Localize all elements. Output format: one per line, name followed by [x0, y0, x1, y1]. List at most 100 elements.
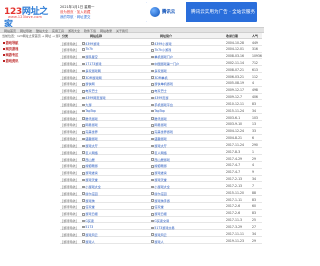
row-site-name[interactable]: 游戏风云: [82, 232, 98, 237]
row-category[interactable]: [游戏导航]: [62, 116, 77, 121]
row-site-name[interactable]: G买卖: [82, 218, 94, 223]
row-site-name[interactable]: 游民星空: [82, 54, 98, 59]
row-site-desc[interactable]: 任玩堂: [151, 204, 164, 209]
row-site-name[interactable]: 小游戏大全: [82, 184, 101, 189]
row-site-desc[interactable]: 手机游戏平台: [151, 102, 173, 107]
row-category[interactable]: [游戏导航]: [62, 109, 77, 114]
row-site-name[interactable]: 盛趣游戏: [82, 136, 98, 141]
row-site-name[interactable]: 任玩堂: [82, 204, 95, 209]
row-site-name[interactable]: 游侠网: [82, 81, 95, 86]
row-site-name[interactable]: 3DM游戏网: [82, 75, 102, 80]
row-category[interactable]: [游戏导航]: [62, 184, 77, 189]
row-site-name[interactable]: 游戏人: [82, 239, 95, 244]
row-site-name[interactable]: 游戏狗: [82, 198, 95, 203]
row-category[interactable]: [游戏导航]: [62, 157, 77, 162]
row-hits: 83: [252, 101, 256, 106]
row-site-desc[interactable]: 网易游戏: [151, 122, 167, 127]
site-logo[interactable]: 123网址之家 www.123love.com: [2, 2, 50, 30]
row-site-desc[interactable]: 盛趣游戏: [151, 136, 167, 141]
row-category[interactable]: [游戏导航]: [62, 211, 77, 216]
row-site-desc[interactable]: 游戏日报: [151, 211, 167, 216]
row-site-desc[interactable]: 小游戏大全: [151, 184, 170, 189]
row-category[interactable]: [游戏导航]: [62, 54, 77, 59]
row-category[interactable]: [游戏导航]: [62, 75, 77, 80]
row-category[interactable]: [游戏导航]: [62, 225, 77, 230]
row-category[interactable]: [游戏导航]: [62, 170, 77, 175]
row-site-name[interactable]: 九游: [82, 102, 92, 107]
row-site-name[interactable]: 7k7k: [82, 47, 93, 51]
row-site-desc[interactable]: 西山居游戏: [151, 157, 170, 162]
row-site-desc[interactable]: 3DM单机: [151, 75, 168, 80]
row-category[interactable]: [游戏导航]: [62, 218, 77, 223]
row-category[interactable]: [游戏导航]: [62, 47, 77, 52]
cloud-icon: [150, 7, 160, 17]
row-site-desc[interactable]: 巨人网络: [151, 150, 167, 155]
row-site-desc[interactable]: G买卖交易: [151, 218, 169, 223]
row-site-desc[interactable]: 5173游戏交易: [151, 225, 175, 230]
sidebar-item-game-news[interactable]: 游戏资讯: [0, 58, 58, 64]
row-category[interactable]: [游戏导航]: [62, 129, 77, 134]
row-category[interactable]: [游戏导航]: [62, 239, 77, 244]
row-site-name[interactable]: 巨人网络: [82, 150, 98, 155]
row-category[interactable]: [游戏导航]: [62, 61, 77, 66]
row-category[interactable]: [游戏导航]: [62, 232, 77, 237]
my-nav-link[interactable]: 我的导航 · 网址提交: [60, 14, 90, 19]
row-category[interactable]: [游戏导航]: [62, 191, 77, 196]
row-site-desc[interactable]: 游戏狗手游: [151, 198, 170, 203]
row-category[interactable]: [游戏导航]: [62, 177, 77, 182]
row-site-name[interactable]: 4399网页游戏: [82, 95, 106, 100]
row-site-name[interactable]: 游戏天堂: [82, 177, 98, 182]
nav-item[interactable]: 酷站大全: [36, 29, 48, 33]
row-site-name[interactable]: 多玩游戏网: [82, 68, 101, 73]
nav-item[interactable]: 网站首页: [4, 29, 16, 33]
row-category[interactable]: [游戏导航]: [62, 81, 77, 86]
row-site-desc[interactable]: 游戏风云: [151, 232, 167, 237]
row-site-name[interactable]: TapTap: [82, 109, 96, 113]
row-site-name[interactable]: 17173游戏: [82, 61, 101, 66]
nav-item[interactable]: 网址导航: [20, 29, 32, 33]
ad-banner[interactable]: 腾讯云 腾讯云实用为广告 · 全站云服务: [146, 2, 257, 22]
row-site-name[interactable]: 5173: [82, 225, 93, 229]
logo-subtitle: www.123love.com: [8, 15, 42, 19]
row-site-name[interactable]: 腾讯游戏: [82, 116, 98, 121]
row-site-name[interactable]: 电玩巴士: [82, 88, 98, 93]
row-site-desc[interactable]: 游戏人: [151, 239, 164, 244]
row-category[interactable]: [游戏导航]: [62, 204, 77, 209]
row-category[interactable]: [游戏导航]: [62, 136, 77, 141]
row-site-desc[interactable]: 腾讯游戏: [151, 116, 167, 121]
row-site-desc[interactable]: 7k7k小游戏: [151, 47, 171, 52]
row-site-desc[interactable]: TapTap: [151, 109, 165, 113]
row-site-name[interactable]: 游戏蜂窝: [82, 170, 98, 175]
row-site-desc[interactable]: 完美世界游戏: [151, 129, 173, 134]
row-site-name[interactable]: 完美世界: [82, 129, 98, 134]
row-site-desc[interactable]: 4399页游: [151, 95, 168, 100]
row-site-desc[interactable]: 摩尔庄园: [151, 191, 167, 196]
row-site-desc[interactable]: 多玩游戏: [151, 68, 167, 73]
row-site-desc[interactable]: 游戏大厅: [151, 143, 167, 148]
row-site-desc[interactable]: 4399小游戏: [151, 41, 172, 46]
row-site-name[interactable]: 4399游戏: [82, 41, 99, 46]
row-site-name[interactable]: 搜狐畅游: [82, 163, 98, 168]
row-category[interactable]: [游戏导航]: [62, 198, 77, 203]
row-site-name[interactable]: 摩尔庄园: [82, 191, 98, 196]
row-category[interactable]: [游戏导航]: [62, 143, 77, 148]
row-site-name[interactable]: 网易游戏: [82, 122, 98, 127]
row-category[interactable]: [游戏导航]: [62, 95, 77, 100]
row-site-desc[interactable]: 中国游戏第一门户: [151, 61, 179, 66]
row-site-desc[interactable]: 游戏蜂窝: [151, 170, 167, 175]
row-site-name[interactable]: 西山居: [82, 157, 95, 162]
row-category[interactable]: [游戏导航]: [62, 41, 77, 46]
row-site-desc[interactable]: 游侠单机游戏: [151, 81, 173, 86]
row-site-desc[interactable]: 搜狐畅游: [151, 163, 167, 168]
row-category[interactable]: [游戏导航]: [62, 68, 77, 73]
row-category[interactable]: [游戏导航]: [62, 102, 77, 107]
row-site-name[interactable]: 游戏日报: [82, 211, 98, 216]
row-category[interactable]: [游戏导航]: [62, 88, 77, 93]
row-category[interactable]: [游戏导航]: [62, 122, 77, 127]
row-site-desc[interactable]: 单机游戏门户: [151, 54, 173, 59]
row-site-name[interactable]: 游戏大厅: [82, 143, 98, 148]
row-site-desc[interactable]: 电玩巴士: [151, 88, 167, 93]
row-site-desc[interactable]: 游戏天堂: [151, 177, 167, 182]
row-category[interactable]: [游戏导航]: [62, 150, 77, 155]
row-category[interactable]: [游戏导航]: [62, 163, 77, 168]
